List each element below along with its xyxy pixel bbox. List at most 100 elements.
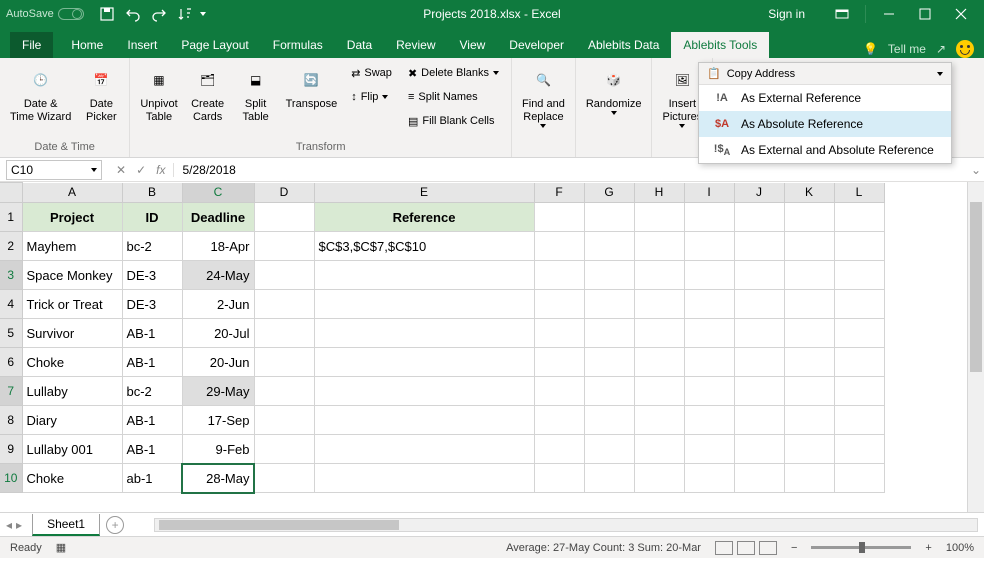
- cell-A7[interactable]: Lullaby: [22, 377, 122, 406]
- cell-H7[interactable]: [634, 377, 684, 406]
- cancel-icon[interactable]: ✕: [116, 163, 126, 177]
- col-header-A[interactable]: A: [22, 183, 122, 203]
- find-replace-button[interactable]: 🔍Find andReplace: [518, 62, 569, 130]
- cell-D1[interactable]: [254, 203, 314, 232]
- cell-A4[interactable]: Trick or Treat: [22, 290, 122, 319]
- cell-A5[interactable]: Survivor: [22, 319, 122, 348]
- cell-F4[interactable]: [534, 290, 584, 319]
- name-box[interactable]: C10: [6, 160, 102, 180]
- cell-A6[interactable]: Choke: [22, 348, 122, 377]
- cell-J8[interactable]: [734, 406, 784, 435]
- col-header-C[interactable]: C: [182, 183, 254, 203]
- col-header-L[interactable]: L: [834, 183, 884, 203]
- cell-F8[interactable]: [534, 406, 584, 435]
- cell-L10[interactable]: [834, 464, 884, 493]
- cell-G6[interactable]: [584, 348, 634, 377]
- cell-H2[interactable]: [634, 232, 684, 261]
- cell-G7[interactable]: [584, 377, 634, 406]
- cell-D4[interactable]: [254, 290, 314, 319]
- sheet-nav[interactable]: ◂▸: [6, 518, 22, 532]
- cell-H6[interactable]: [634, 348, 684, 377]
- tab-developer[interactable]: Developer: [497, 32, 576, 58]
- cell-A3[interactable]: Space Monkey: [22, 261, 122, 290]
- tab-file[interactable]: File: [10, 32, 53, 58]
- cell-E1[interactable]: Reference: [314, 203, 534, 232]
- cell-G5[interactable]: [584, 319, 634, 348]
- tell-me[interactable]: Tell me: [888, 42, 926, 56]
- cell-L9[interactable]: [834, 435, 884, 464]
- cell-C4[interactable]: 2-Jun: [182, 290, 254, 319]
- cell-J4[interactable]: [734, 290, 784, 319]
- cell-G4[interactable]: [584, 290, 634, 319]
- sort-icon[interactable]: [174, 3, 196, 25]
- col-header-H[interactable]: H: [634, 183, 684, 203]
- row-header-9[interactable]: 9: [0, 435, 22, 464]
- qat-more-icon[interactable]: [200, 12, 206, 16]
- cell-I1[interactable]: [684, 203, 734, 232]
- normal-view-icon[interactable]: [715, 541, 733, 555]
- cell-B7[interactable]: bc-2: [122, 377, 182, 406]
- cell-L6[interactable]: [834, 348, 884, 377]
- cell-K2[interactable]: [784, 232, 834, 261]
- col-header-B[interactable]: B: [122, 183, 182, 203]
- row-header-8[interactable]: 8: [0, 406, 22, 435]
- split-names-button[interactable]: ≡Split Names: [402, 86, 505, 108]
- undo-icon[interactable]: [122, 3, 144, 25]
- col-header-F[interactable]: F: [534, 183, 584, 203]
- cell-D7[interactable]: [254, 377, 314, 406]
- row-header-3[interactable]: 3: [0, 261, 22, 290]
- cell-E8[interactable]: [314, 406, 534, 435]
- cell-H10[interactable]: [634, 464, 684, 493]
- cell-I10[interactable]: [684, 464, 734, 493]
- tab-formulas[interactable]: Formulas: [261, 32, 335, 58]
- cell-G2[interactable]: [584, 232, 634, 261]
- cell-J3[interactable]: [734, 261, 784, 290]
- autosave-toggle[interactable]: AutoSave: [6, 8, 84, 20]
- col-header-D[interactable]: D: [254, 183, 314, 203]
- row-header-1[interactable]: 1: [0, 203, 22, 232]
- cell-E6[interactable]: [314, 348, 534, 377]
- redo-icon[interactable]: [148, 3, 170, 25]
- dd-ext-abs-ref[interactable]: !$AAs External and Absolute Reference: [699, 137, 951, 163]
- cell-K10[interactable]: [784, 464, 834, 493]
- row-header-7[interactable]: 7: [0, 377, 22, 406]
- cell-D10[interactable]: [254, 464, 314, 493]
- cell-K4[interactable]: [784, 290, 834, 319]
- dd-absolute-ref[interactable]: $AAs Absolute Reference: [699, 111, 951, 137]
- cell-K1[interactable]: [784, 203, 834, 232]
- cell-G9[interactable]: [584, 435, 634, 464]
- cell-K9[interactable]: [784, 435, 834, 464]
- cell-C6[interactable]: 20-Jun: [182, 348, 254, 377]
- page-layout-view-icon[interactable]: [737, 541, 755, 555]
- cell-G1[interactable]: [584, 203, 634, 232]
- cell-A9[interactable]: Lullaby 001: [22, 435, 122, 464]
- ribbon-options-icon[interactable]: [825, 3, 859, 25]
- cell-B8[interactable]: AB-1: [122, 406, 182, 435]
- tab-data[interactable]: Data: [335, 32, 384, 58]
- add-sheet-button[interactable]: +: [106, 516, 124, 534]
- sign-in-link[interactable]: Sign in: [768, 7, 805, 21]
- cell-L4[interactable]: [834, 290, 884, 319]
- cell-E10[interactable]: [314, 464, 534, 493]
- cell-I4[interactable]: [684, 290, 734, 319]
- cell-A1[interactable]: Project: [22, 203, 122, 232]
- fx-icon[interactable]: fx: [156, 163, 165, 177]
- cell-I9[interactable]: [684, 435, 734, 464]
- cell-D5[interactable]: [254, 319, 314, 348]
- zoom-level[interactable]: 100%: [946, 542, 974, 554]
- fill-blank-button[interactable]: ▤Fill Blank Cells: [402, 110, 505, 132]
- copy-address-button[interactable]: 📋 Copy Address: [699, 63, 951, 85]
- cell-J5[interactable]: [734, 319, 784, 348]
- cell-D8[interactable]: [254, 406, 314, 435]
- cell-I8[interactable]: [684, 406, 734, 435]
- page-break-view-icon[interactable]: [759, 541, 777, 555]
- zoom-in-button[interactable]: +: [925, 542, 931, 554]
- cell-A10[interactable]: Choke: [22, 464, 122, 493]
- col-header-K[interactable]: K: [784, 183, 834, 203]
- cell-H5[interactable]: [634, 319, 684, 348]
- cell-G3[interactable]: [584, 261, 634, 290]
- feedback-icon[interactable]: [956, 40, 974, 58]
- date-time-wizard-button[interactable]: 🕒Date &Time Wizard: [6, 62, 75, 126]
- cell-F3[interactable]: [534, 261, 584, 290]
- cell-A2[interactable]: Mayhem: [22, 232, 122, 261]
